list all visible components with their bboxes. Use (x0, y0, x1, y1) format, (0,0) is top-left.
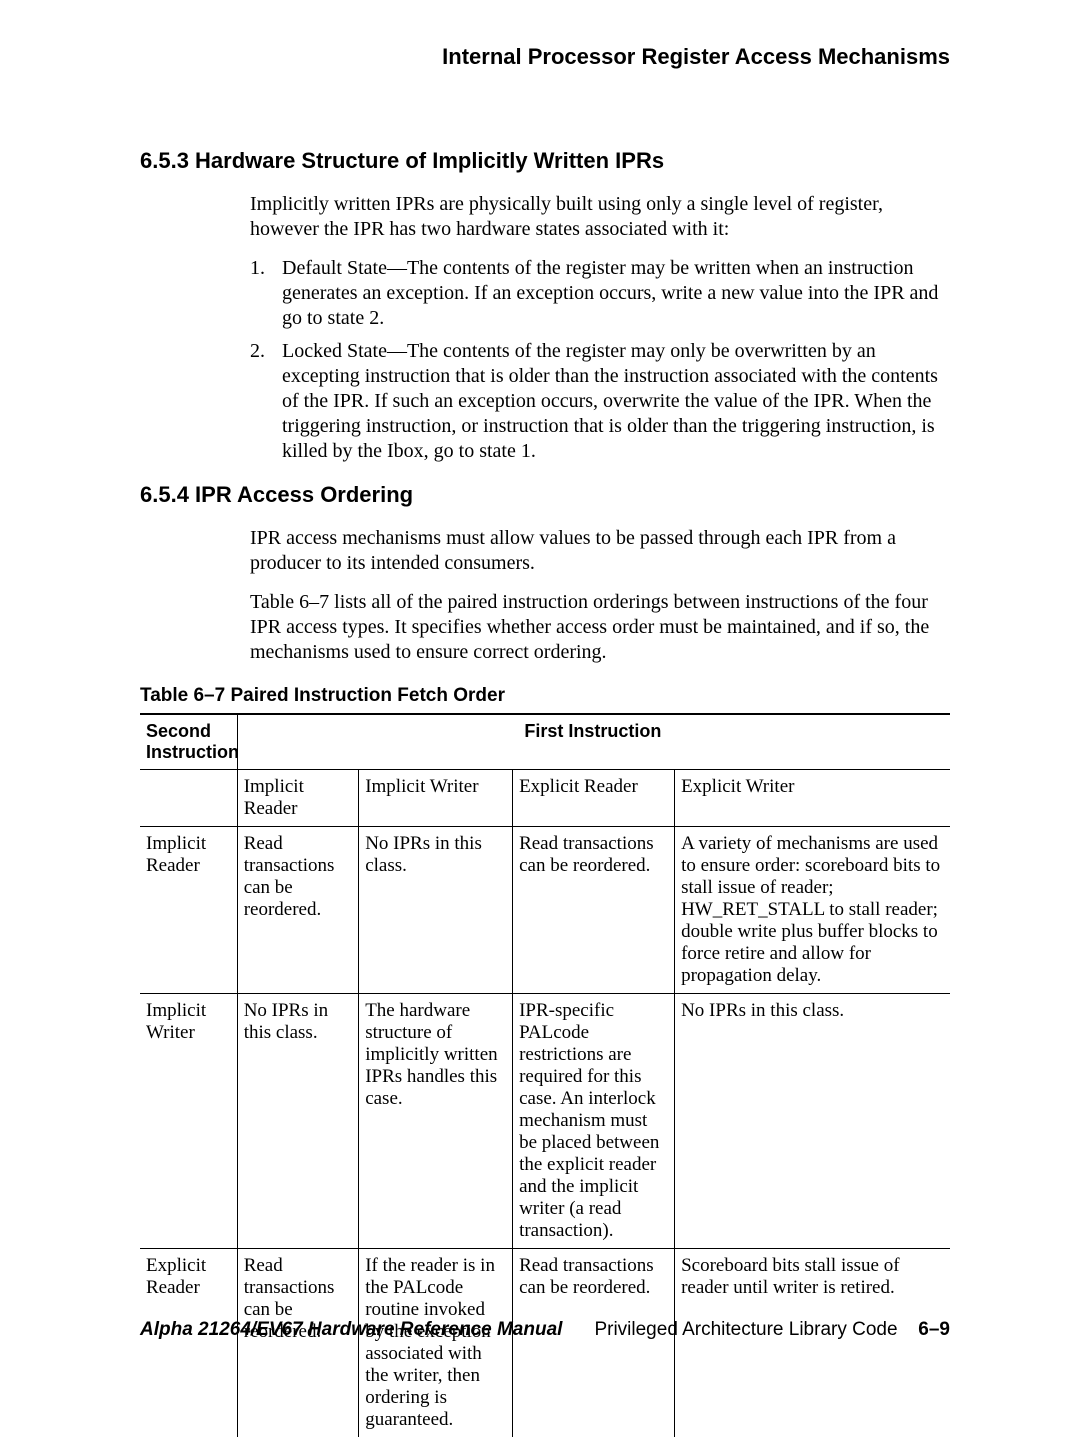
table-cell: Scoreboard bits stall issue of reader un… (675, 1249, 950, 1437)
table-empty-cell (140, 770, 237, 827)
table-cell: The hardware structure of implicitly wri… (359, 994, 513, 1249)
list-item: 2. Locked State—The contents of the regi… (250, 339, 950, 464)
table-row: Implicit Reader Read transactions can be… (140, 827, 950, 994)
row-label: Implicit Reader (140, 827, 237, 994)
table-cell: A variety of mechanisms are used to ensu… (675, 827, 950, 994)
table-row: Explicit Reader Read transactions can be… (140, 1249, 950, 1437)
page-footer: Alpha 21264/EV67 Hardware Reference Manu… (140, 1319, 950, 1341)
table-cell: Read transactions can be reordered. (513, 1249, 675, 1437)
table-col-header: Explicit Reader (513, 770, 675, 827)
intro-para: Implicitly written IPRs are physically b… (250, 192, 950, 242)
footer-manual-title: Alpha 21264/EV67 Hardware Reference Manu… (140, 1319, 562, 1341)
table-col-header: Implicit Writer (359, 770, 513, 827)
table-cell: If the reader is in the PALcode routine … (359, 1249, 513, 1437)
list-text: Default State—The contents of the regist… (282, 256, 950, 331)
table-corner-header: Second Instruction (140, 714, 237, 770)
state-list: 1. Default State—The contents of the reg… (250, 256, 950, 464)
footer-section: Privileged Architecture Library Code (594, 1319, 897, 1340)
heading-6-5-3: 6.5.3 Hardware Structure of Implicitly W… (140, 148, 950, 174)
para: Table 6–7 lists all of the paired instru… (250, 590, 950, 665)
table-cell: No IPRs in this class. (359, 827, 513, 994)
heading-6-5-4: 6.5.4 IPR Access Ordering (140, 482, 950, 508)
list-item: 1. Default State—The contents of the reg… (250, 256, 950, 331)
table-cell: Read transactions can be reordered. (513, 827, 675, 994)
page: Internal Processor Register Access Mecha… (0, 0, 1080, 1397)
table-cell: Read transactions can be reordered. (237, 1249, 359, 1437)
list-text: Locked State—The contents of the registe… (282, 339, 950, 464)
table-cell: No IPRs in this class. (237, 994, 359, 1249)
row-label: Implicit Writer (140, 994, 237, 1249)
para: IPR access mechanisms must allow values … (250, 526, 950, 576)
table-cell: No IPRs in this class. (675, 994, 950, 1249)
table-caption: Table 6–7 Paired Instruction Fetch Order (140, 685, 950, 707)
table-col-header: Explicit Writer (675, 770, 950, 827)
running-head: Internal Processor Register Access Mecha… (140, 44, 950, 70)
footer-right: Privileged Architecture Library Code 6–9 (594, 1319, 950, 1341)
table-cell: Read transactions can be reordered. (237, 827, 359, 994)
section-6-5-4-body: IPR access mechanisms must allow values … (250, 526, 950, 665)
section-6-5-3-body: Implicitly written IPRs are physically b… (250, 192, 950, 464)
list-number: 2. (250, 339, 282, 464)
table-col-header: Implicit Reader (237, 770, 359, 827)
table-row: Implicit Writer No IPRs in this class. T… (140, 994, 950, 1249)
list-number: 1. (250, 256, 282, 331)
footer-page-number: 6–9 (918, 1319, 950, 1340)
row-label: Explicit Reader (140, 1249, 237, 1437)
table-cell: IPR-specific PALcode restrictions are re… (513, 994, 675, 1249)
table-span-header: First Instruction (237, 714, 950, 770)
